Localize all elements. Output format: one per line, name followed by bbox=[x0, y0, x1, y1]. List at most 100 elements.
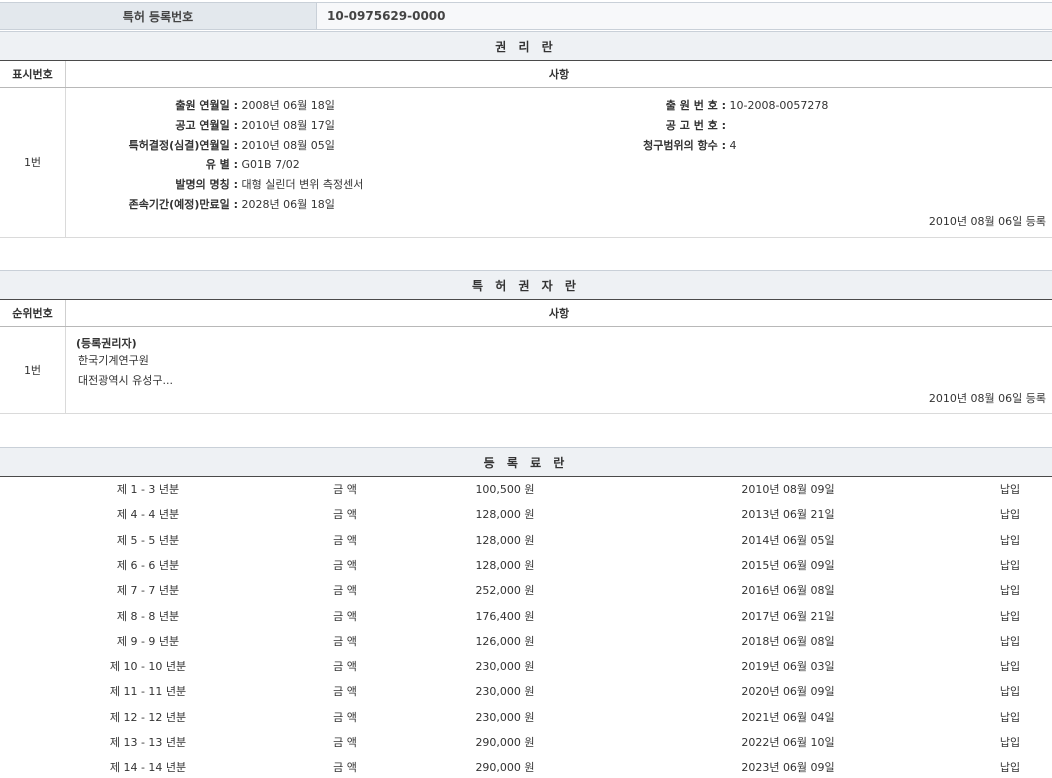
fee-status: 납입 bbox=[980, 532, 1040, 548]
publication-date-value: 2010년 08월 17일 bbox=[242, 117, 335, 133]
classification: 유 별 : G01B 7/02 bbox=[66, 156, 300, 172]
fee-amount: 230,000 원 bbox=[440, 658, 570, 674]
fee-payment-date: 2015년 06월 09일 bbox=[720, 557, 856, 573]
fee-status: 납입 bbox=[980, 608, 1040, 624]
fee-amount-label: 금 액 bbox=[300, 608, 390, 624]
fee-payment-date: 2010년 08월 09일 bbox=[720, 481, 856, 497]
fee-status: 납입 bbox=[980, 658, 1040, 674]
registration-bar: 특허 등록번호 10-0975629-0000 bbox=[0, 2, 1052, 30]
fee-payment-date: 2013년 06월 21일 bbox=[720, 506, 856, 522]
application-number-key: 출 원 번 호 : bbox=[586, 97, 726, 113]
fee-amount-label: 금 액 bbox=[300, 759, 390, 775]
rights-row: 1번 출원 연월일 : 2008년 06월 18일 공고 연월일 : 2010년… bbox=[0, 88, 1052, 238]
holder-col-detail: 사항 bbox=[66, 300, 1052, 326]
fee-period: 제 5 - 5 년분 bbox=[60, 532, 236, 548]
fee-period: 제 8 - 8 년분 bbox=[60, 608, 236, 624]
fee-amount-label: 금 액 bbox=[300, 633, 390, 649]
fee-payment-date: 2014년 06월 05일 bbox=[720, 532, 856, 548]
fee-status: 납입 bbox=[980, 481, 1040, 497]
fee-period: 제 6 - 6 년분 bbox=[60, 557, 236, 573]
rights-section-title: 권 리 란 bbox=[0, 31, 1052, 61]
fee-payment-date: 2016년 06월 08일 bbox=[720, 582, 856, 598]
decision-date-key: 특허결정(심결)연월일 : bbox=[66, 137, 238, 153]
holder-row-index: 1번 bbox=[0, 327, 66, 413]
fee-period: 제 10 - 10 년분 bbox=[60, 658, 236, 674]
filing-date: 출원 연월일 : 2008년 06월 18일 bbox=[66, 97, 335, 113]
fee-period: 제 11 - 11 년분 bbox=[60, 683, 236, 699]
publication-number-key: 공 고 번 호 : bbox=[586, 117, 726, 133]
fee-status: 납입 bbox=[980, 734, 1040, 750]
rights-registered-stamp: 2010년 08월 06일 등록 bbox=[929, 213, 1046, 229]
publication-number: 공 고 번 호 : bbox=[586, 117, 730, 133]
fee-period: 제 13 - 13 년분 bbox=[60, 734, 236, 750]
fee-amount-label: 금 액 bbox=[300, 658, 390, 674]
fee-status: 납입 bbox=[980, 709, 1040, 725]
fee-amount: 252,000 원 bbox=[440, 582, 570, 598]
holder-col-index: 순위번호 bbox=[0, 300, 66, 326]
fee-status: 납입 bbox=[980, 683, 1040, 699]
invention-title-key: 발명의 명칭 : bbox=[66, 176, 238, 192]
fee-payment-date: 2022년 06월 10일 bbox=[720, 734, 856, 750]
fee-amount-label: 금 액 bbox=[300, 709, 390, 725]
fee-row: 제 5 - 5 년분금 액128,000 원2014년 06월 05일납입 bbox=[0, 527, 1052, 552]
fee-amount: 290,000 원 bbox=[440, 759, 570, 775]
holder-registered-stamp: 2010년 08월 06일 등록 bbox=[929, 390, 1046, 406]
decision-date: 특허결정(심결)연월일 : 2010년 08월 05일 bbox=[66, 137, 335, 153]
fee-row: 제 1 - 3 년분금 액100,500 원2010년 08월 09일납입 bbox=[0, 476, 1052, 501]
holder-row: 1번 (등록권리자) 한국기계연구원 대전광역시 유성구... 2010년 08… bbox=[0, 327, 1052, 414]
fee-amount-label: 금 액 bbox=[300, 506, 390, 522]
fee-amount: 126,000 원 bbox=[440, 633, 570, 649]
fee-row: 제 11 - 11 년분금 액230,000 원2020년 06월 09일납입 bbox=[0, 678, 1052, 703]
holder-table-header: 순위번호 사항 bbox=[0, 300, 1052, 327]
fee-amount: 128,000 원 bbox=[440, 506, 570, 522]
rights-row-index: 1번 bbox=[0, 88, 66, 237]
fee-payment-date: 2019년 06월 03일 bbox=[720, 658, 856, 674]
fee-section-title: 등 록 료 란 bbox=[0, 447, 1052, 477]
fee-amount: 176,400 원 bbox=[440, 608, 570, 624]
holder-address: 대전광역시 유성구... bbox=[78, 372, 173, 388]
application-number-value: 10-2008-0057278 bbox=[730, 99, 829, 112]
fee-period: 제 7 - 7 년분 bbox=[60, 582, 236, 598]
fee-period: 제 1 - 3 년분 bbox=[60, 481, 236, 497]
fee-period: 제 12 - 12 년분 bbox=[60, 709, 236, 725]
fee-row: 제 7 - 7 년분 금 액 252,000 원 2016년 06월 08일 납입 bbox=[0, 577, 1052, 602]
registration-label: 특허 등록번호 bbox=[0, 3, 317, 29]
expiry-date-value: 2028년 06월 18일 bbox=[242, 196, 335, 212]
fee-row: 제 14 - 14 년분금 액290,000 원2023년 06월 09일납입 bbox=[0, 754, 1052, 778]
invention-title: 발명의 명칭 : 대형 실린더 변위 측정센서 bbox=[66, 176, 363, 192]
fee-amount: 100,500 원 bbox=[440, 481, 570, 497]
fee-period: 제 4 - 4 년분 bbox=[60, 506, 236, 522]
fee-amount: 128,000 원 bbox=[440, 532, 570, 548]
claim-count-key: 청구범위의 항수 : bbox=[586, 137, 726, 153]
holder-name: 한국기계연구원 bbox=[78, 352, 149, 368]
fee-row: 제 12 - 12 년분 금 액 230,000 원 2021년 06월 04일 납입 bbox=[0, 704, 1052, 729]
invention-title-value: 대형 실린더 변위 측정센서 bbox=[242, 176, 364, 192]
fee-period: 제 14 - 14 년분 bbox=[60, 759, 236, 775]
claim-count: 청구범위의 항수 : 4 bbox=[586, 137, 737, 153]
fee-row: 제 6 - 6 년분금 액128,000 원2015년 06월 09일납입 bbox=[0, 552, 1052, 577]
fee-payment-date: 2021년 06월 04일 bbox=[720, 709, 856, 725]
fee-amount: 290,000 원 bbox=[440, 734, 570, 750]
fee-amount: 230,000 원 bbox=[440, 709, 570, 725]
filing-date-value: 2008년 06월 18일 bbox=[242, 97, 335, 113]
fee-row: 제 9 - 9 년분금 액126,000 원2018년 06월 08일납입 bbox=[0, 628, 1052, 653]
registration-number: 10-0975629-0000 bbox=[317, 3, 1052, 29]
fee-payment-date: 2017년 06월 21일 bbox=[720, 608, 856, 624]
rights-row-detail: 출원 연월일 : 2008년 06월 18일 공고 연월일 : 2010년 08… bbox=[66, 88, 1052, 237]
fee-payment-date: 2023년 06월 09일 bbox=[720, 759, 856, 775]
fee-status: 납입 bbox=[980, 582, 1040, 598]
fee-amount-label: 금 액 bbox=[300, 582, 390, 598]
classification-key: 유 별 : bbox=[66, 156, 238, 172]
claim-count-value: 4 bbox=[730, 139, 737, 152]
application-number: 출 원 번 호 : 10-2008-0057278 bbox=[586, 97, 828, 113]
holder-section-title: 특 허 권 자 란 bbox=[0, 270, 1052, 300]
fee-amount: 128,000 원 bbox=[440, 557, 570, 573]
holder-role: (등록권리자) bbox=[76, 335, 137, 351]
rights-col-detail: 사항 bbox=[66, 61, 1052, 87]
publication-date-key: 공고 연월일 : bbox=[66, 117, 238, 133]
fee-row: 제 13 - 13 년분금 액290,000 원2022년 06월 10일납입 bbox=[0, 729, 1052, 754]
fee-status: 납입 bbox=[980, 633, 1040, 649]
fee-amount-label: 금 액 bbox=[300, 557, 390, 573]
publication-date: 공고 연월일 : 2010년 08월 17일 bbox=[66, 117, 335, 133]
filing-date-key: 출원 연월일 : bbox=[66, 97, 238, 113]
